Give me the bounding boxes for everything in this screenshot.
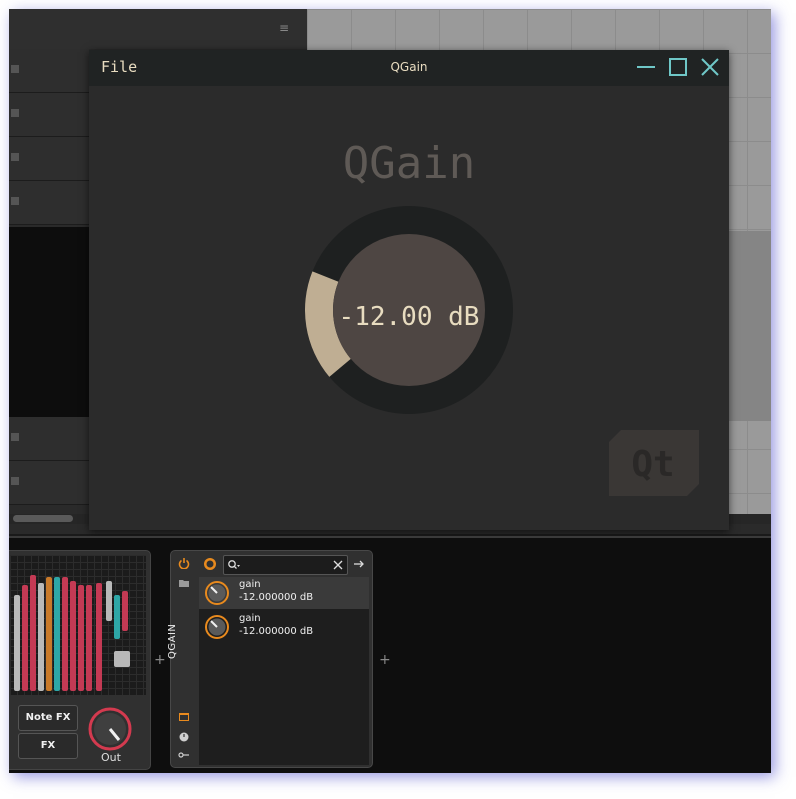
parameter-name: gain	[239, 579, 261, 590]
add-device-button[interactable]: +	[154, 652, 166, 668]
add-device-button[interactable]: +	[379, 652, 391, 668]
grid-selection	[729, 231, 771, 421]
track-lane[interactable]	[9, 49, 89, 93]
gain-value-label: -12.00 dB	[338, 302, 480, 332]
drum-matrix[interactable]	[10, 555, 146, 695]
empty-track-area	[9, 227, 89, 417]
parameter-value: -12.000000 dB	[239, 592, 314, 603]
device-chain: Note FX FX Out + QGAIN gain -12.000000 d…	[9, 536, 771, 773]
out-knob[interactable]	[88, 707, 132, 751]
maximize-icon[interactable]	[667, 56, 689, 78]
parameter-row[interactable]: gain -12.000000 dB	[199, 577, 369, 609]
fx-group: Note FX FX	[18, 701, 90, 767]
power-icon[interactable]	[178, 557, 190, 569]
close-icon[interactable]	[699, 56, 721, 78]
track-lane[interactable]	[9, 93, 89, 137]
window-icon[interactable]	[178, 711, 190, 723]
parameter-list: gain -12.000000 dB gain -12.000000 dB	[199, 577, 369, 765]
track-lane[interactable]	[9, 417, 89, 461]
parameter-row[interactable]: gain -12.000000 dB	[199, 611, 369, 643]
clock-icon[interactable]	[178, 731, 190, 743]
qgain-device: QGAIN gain -12.000000 dB gain -12.000000…	[167, 550, 373, 768]
note-fx-button[interactable]: Note FX	[18, 705, 78, 731]
device-name: QGAIN	[167, 623, 178, 659]
svg-text:Qt: Qt	[631, 444, 674, 485]
modulation-icon[interactable]	[178, 749, 190, 761]
daw-frame: ≡ File QGain QGain -12.00 dB Qt Note FX …	[9, 9, 771, 773]
track-lane[interactable]	[9, 461, 89, 505]
arranger-header	[9, 9, 309, 49]
parameter-search-input[interactable]	[223, 555, 348, 575]
device-sidebar: QGAIN	[167, 551, 197, 767]
folder-icon[interactable]	[178, 577, 190, 589]
instrument-device: Note FX FX Out	[9, 550, 151, 770]
track-lane[interactable]	[9, 137, 89, 181]
search-icon	[228, 560, 240, 569]
plugin-heading: QGain	[342, 138, 476, 189]
clear-search-icon[interactable]	[333, 560, 343, 570]
window-title: QGain	[390, 60, 428, 74]
gauge-icon[interactable]	[203, 557, 217, 571]
arrow-right-icon[interactable]	[353, 559, 365, 569]
minimize-icon[interactable]	[635, 56, 657, 78]
fx-button[interactable]: FX	[18, 733, 78, 759]
title-bar[interactable]: File QGain	[89, 50, 729, 86]
parameter-knob[interactable]	[205, 581, 229, 605]
parameter-name: gain	[239, 613, 261, 624]
qt-logo: Qt	[609, 430, 699, 496]
out-label: Out	[101, 751, 121, 764]
parameter-value: -12.000000 dB	[239, 626, 314, 637]
track-lane[interactable]	[9, 181, 89, 225]
parameter-knob[interactable]	[205, 615, 229, 639]
menu-icon[interactable]: ≡	[279, 21, 293, 35]
qgain-window: File QGain QGain -12.00 dB Qt	[89, 50, 729, 530]
